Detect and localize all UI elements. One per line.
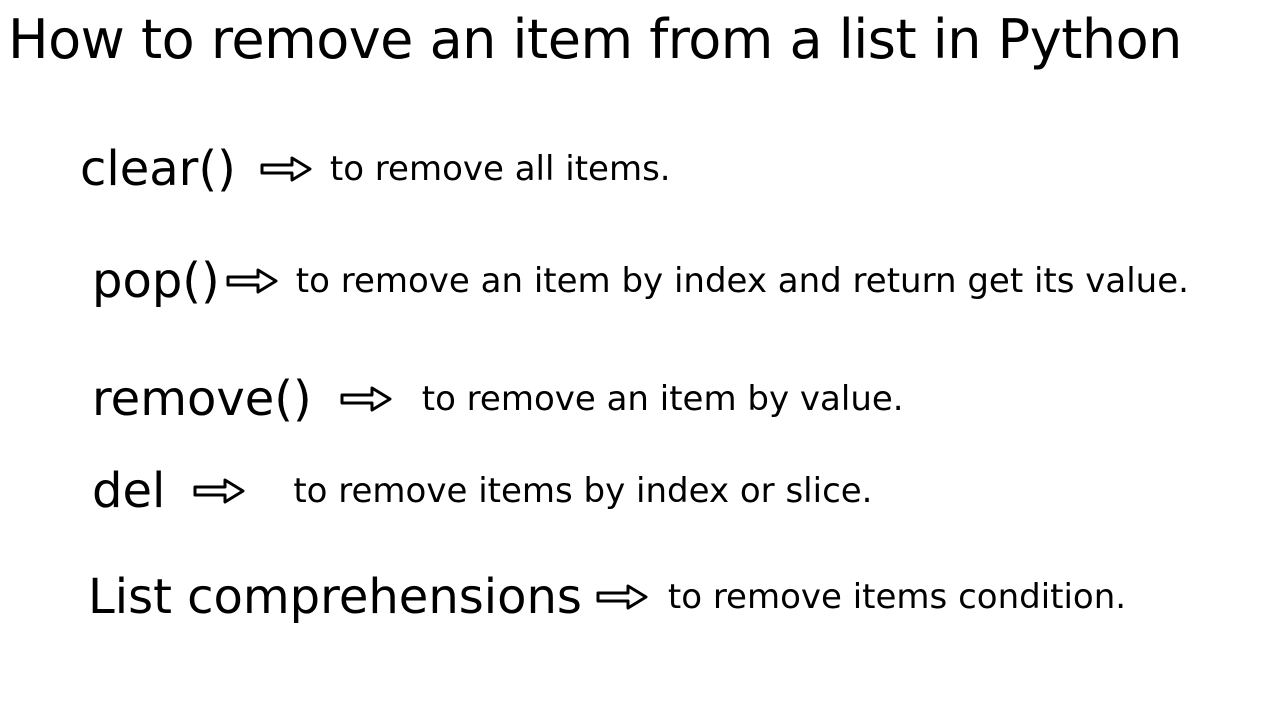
list-item: del to remove items by index or slice. xyxy=(80,463,1280,519)
method-list: clear() to remove all items. pop() to re… xyxy=(0,71,1280,625)
page-title: How to remove an item from a list in Pyt… xyxy=(0,0,1280,71)
method-name: del xyxy=(92,463,165,519)
method-name: List comprehensions xyxy=(88,569,582,625)
list-item: pop() to remove an item by index and ret… xyxy=(80,253,1280,309)
arrow-right-icon xyxy=(226,266,278,296)
arrow-right-icon xyxy=(340,384,392,414)
method-name: pop() xyxy=(92,253,220,309)
arrow-right-icon xyxy=(596,582,648,612)
method-description: to remove an item by value. xyxy=(422,379,904,419)
method-description: to remove all items. xyxy=(330,149,671,189)
method-description: to remove an item by index and return ge… xyxy=(296,261,1189,301)
list-item: List comprehensions to remove items cond… xyxy=(80,569,1280,625)
method-name: remove() xyxy=(92,371,312,427)
arrow-right-icon xyxy=(260,154,312,184)
method-description: to remove items condition. xyxy=(668,577,1126,617)
list-item: remove() to remove an item by value. xyxy=(80,371,1280,427)
method-description: to remove items by index or slice. xyxy=(293,471,872,511)
method-name: clear() xyxy=(80,141,236,197)
list-item: clear() to remove all items. xyxy=(80,141,1280,197)
arrow-right-icon xyxy=(193,476,245,506)
